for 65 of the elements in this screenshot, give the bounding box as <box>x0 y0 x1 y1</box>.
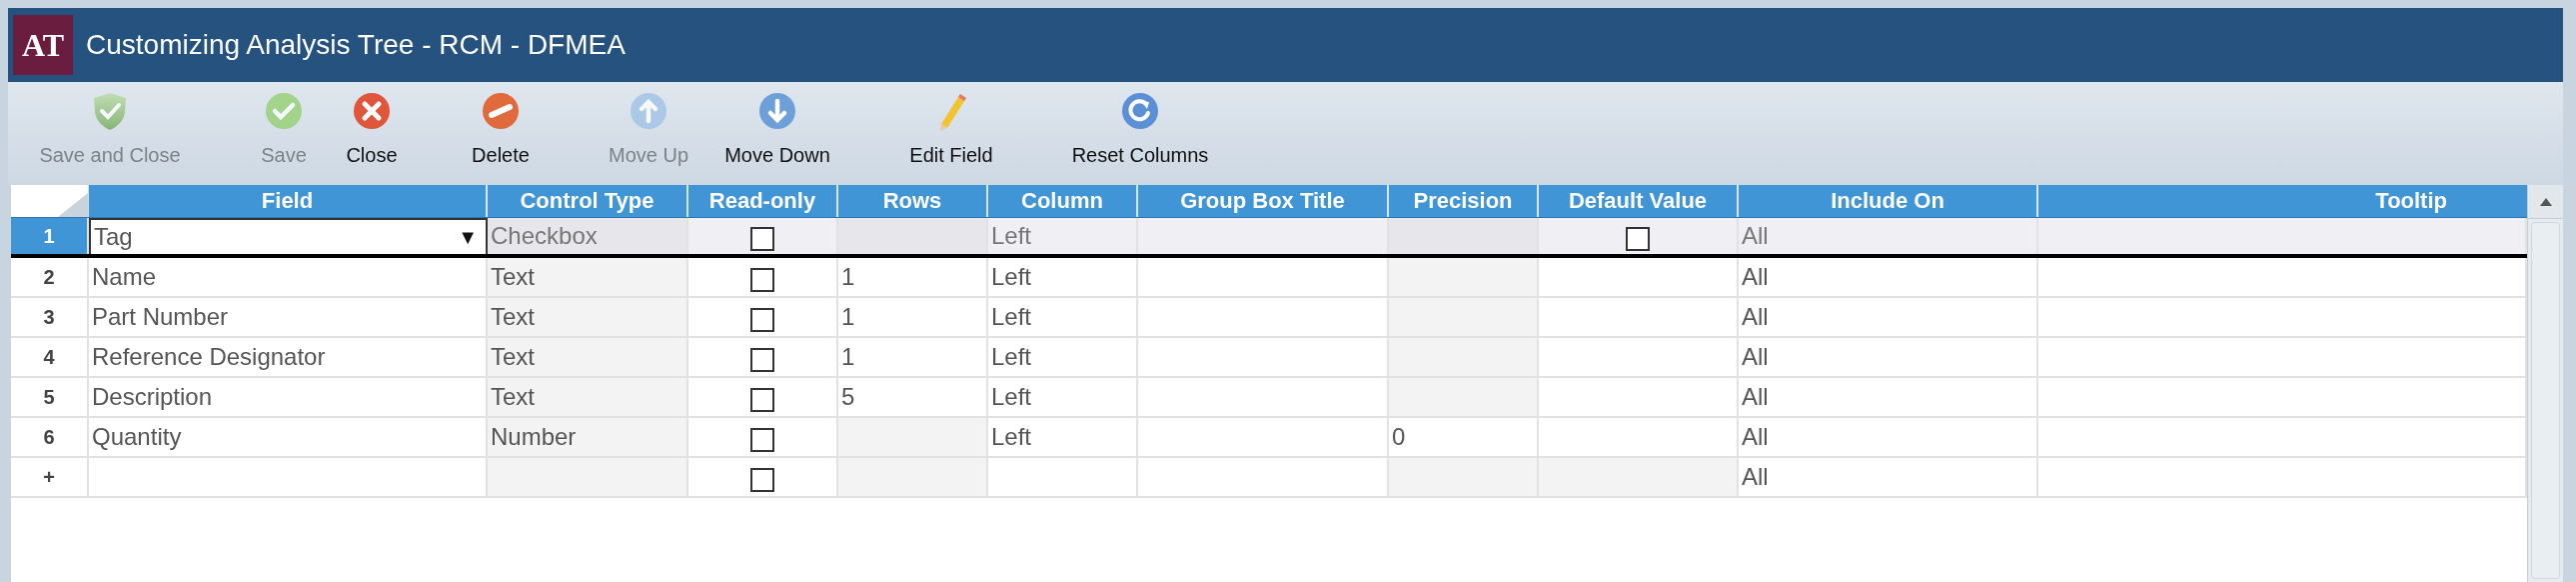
check-circle-icon <box>263 90 305 132</box>
checkbox[interactable] <box>750 268 774 292</box>
table-cell: Left <box>988 218 1138 254</box>
minus-circle-icon <box>480 90 522 132</box>
table-cell: Left <box>988 258 1138 296</box>
window-title: Customizing Analysis Tree - RCM - DFMEA <box>86 29 626 61</box>
row-number[interactable]: 1 <box>11 218 89 254</box>
dropdown-field[interactable]: Tag ▼ <box>89 218 488 254</box>
checkbox[interactable] <box>750 227 774 251</box>
table-cell: Left <box>988 418 1138 456</box>
table-cell: All <box>1739 218 2038 254</box>
button-label: Edit Field <box>909 144 993 167</box>
table-cell: 1 <box>838 298 988 336</box>
refresh-icon <box>1119 90 1161 132</box>
table-cell: 0 <box>1389 418 1539 456</box>
table-cell: 1 <box>838 338 988 376</box>
row-number[interactable]: 4 <box>11 338 89 376</box>
table-cell: Text <box>488 298 688 336</box>
button-label: Save and Close <box>39 144 181 167</box>
row-number[interactable]: 5 <box>11 378 89 416</box>
table-cell: All <box>1739 298 2038 336</box>
table-cell: Text <box>488 258 688 296</box>
checkbox[interactable] <box>750 308 774 332</box>
close-icon <box>351 90 393 132</box>
dropdown-value: Tag <box>94 223 133 251</box>
table-cell: Left <box>988 378 1138 416</box>
table-cell: Checkbox <box>488 218 688 254</box>
row-number[interactable]: 2 <box>11 258 89 296</box>
button-label: Reset Columns <box>1071 144 1209 167</box>
app-logo: AT <box>13 15 73 75</box>
row-number[interactable]: + <box>11 458 89 496</box>
table-cell: Left <box>988 298 1138 336</box>
button-label: Close <box>346 144 398 167</box>
checkbox[interactable] <box>750 388 774 412</box>
scroll-up-button[interactable] <box>2528 185 2563 219</box>
table-cell: Number <box>488 418 688 456</box>
table-cell: Text <box>488 378 688 416</box>
checkbox[interactable] <box>1626 227 1650 251</box>
toolbar-button[interactable]: Edit Field <box>891 90 1011 180</box>
toolbar-button[interactable]: Delete <box>451 90 551 180</box>
checkbox[interactable] <box>750 348 774 372</box>
button-label: Move Down <box>724 144 830 167</box>
row-number[interactable]: 6 <box>11 418 89 456</box>
scrollbar[interactable] <box>2527 185 2563 582</box>
table-cell: All <box>1739 338 2038 376</box>
scroll-up-icon <box>2538 196 2553 207</box>
button-label: Save <box>261 144 307 167</box>
checkbox[interactable] <box>750 468 774 492</box>
table-cell: All <box>1739 258 2038 296</box>
row-number[interactable]: 3 <box>11 298 89 336</box>
column-header[interactable]: Tooltip <box>2038 185 2527 217</box>
table-cell: 1 <box>838 258 988 296</box>
table-cell: 5 <box>838 378 988 416</box>
toolbar-button[interactable]: Close <box>332 90 412 180</box>
toolbar-button[interactable]: Move Down <box>712 90 842 180</box>
dropdown-arrow-icon: ▼ <box>458 225 478 249</box>
table-cell: All <box>1739 458 2038 496</box>
table-cell: All <box>1739 378 2038 416</box>
table-cell: Text <box>488 338 688 376</box>
checkbox[interactable] <box>750 428 774 452</box>
table-cell: Left <box>988 338 1138 376</box>
button-label: Move Up <box>609 144 688 167</box>
button-label: Delete <box>472 144 530 167</box>
toolbar-button[interactable]: Reset Columns <box>1055 90 1225 180</box>
table-cell: All <box>1739 418 2038 456</box>
